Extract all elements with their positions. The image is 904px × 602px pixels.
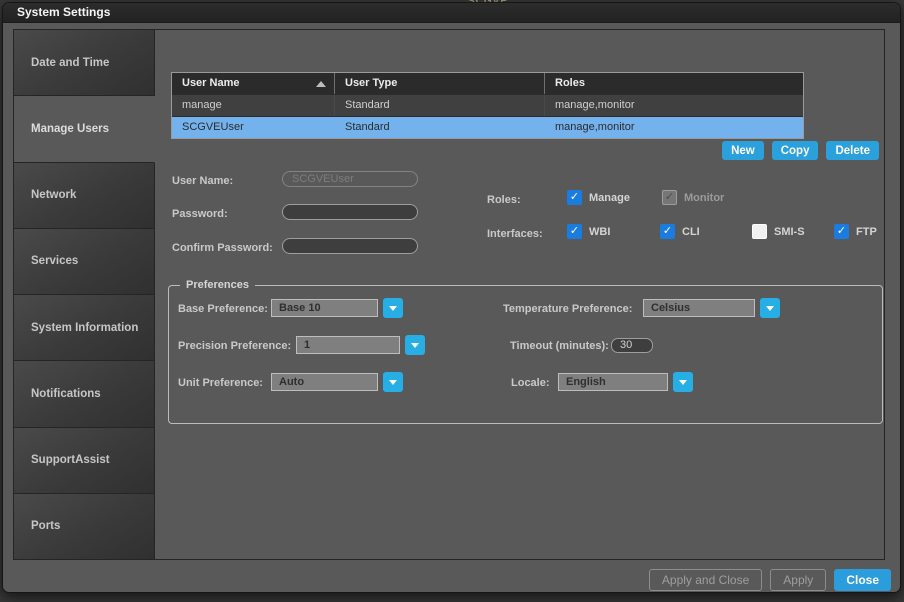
- base-preference-label: Base Preference:: [178, 303, 268, 315]
- user-name-label: User Name:: [172, 175, 233, 187]
- confirm-password-field[interactable]: [282, 238, 418, 254]
- chevron-down-icon: [389, 306, 397, 311]
- sidebar-item-network[interactable]: Network: [14, 163, 155, 229]
- manage-checkbox[interactable]: ✓: [567, 190, 582, 205]
- timeout-field[interactable]: 30: [611, 338, 653, 353]
- unit-preference-dropdown-button[interactable]: [383, 372, 403, 392]
- settings-panel: Date and Time Manage Users Network Servi…: [13, 29, 885, 560]
- ftp-checkbox[interactable]: ✓: [834, 224, 849, 239]
- sort-ascending-icon: [316, 81, 326, 87]
- apply-button[interactable]: Apply: [770, 569, 826, 591]
- copy-button[interactable]: Copy: [772, 141, 819, 160]
- column-header-user-name[interactable]: User Name: [172, 73, 334, 94]
- precision-preference-label: Precision Preference:: [178, 340, 291, 352]
- dialog-footer: Apply and Close Apply Close: [649, 569, 891, 591]
- cli-checkbox[interactable]: ✓: [660, 224, 675, 239]
- precision-preference-select[interactable]: 1: [296, 336, 400, 354]
- column-header-roles[interactable]: Roles: [544, 73, 803, 94]
- table-row-scgveuser-selected[interactable]: SCGVEUser Standard manage,monitor: [172, 116, 803, 138]
- sidebar-item-services[interactable]: Services: [14, 229, 155, 295]
- close-button[interactable]: Close: [834, 569, 891, 591]
- password-label: Password:: [172, 208, 228, 220]
- chevron-down-icon: [411, 343, 419, 348]
- locale-select[interactable]: English: [558, 373, 668, 391]
- wbi-checkbox-label: WBI: [589, 226, 610, 238]
- precision-preference-dropdown-button[interactable]: [405, 335, 425, 355]
- dialog-title: System Settings: [3, 3, 900, 23]
- new-button[interactable]: New: [722, 141, 764, 160]
- locale-label: Locale:: [511, 377, 550, 389]
- chevron-down-icon: [766, 306, 774, 311]
- sidebar-item-supportassist[interactable]: SupportAssist: [14, 428, 155, 494]
- system-settings-dialog: System Settings Date and Time Manage Use…: [2, 2, 901, 593]
- temperature-preference-label: Temperature Preference:: [503, 303, 632, 315]
- table-header-row: User Name User Type Roles: [172, 73, 803, 94]
- sidebar-item-date-and-time[interactable]: Date and Time: [14, 30, 155, 96]
- smi-s-checkbox[interactable]: [752, 224, 767, 239]
- monitor-checkbox-disabled: ✓: [662, 190, 677, 205]
- chevron-down-icon: [679, 380, 687, 385]
- ftp-checkbox-label: FTP: [856, 226, 877, 238]
- password-field[interactable]: [282, 204, 418, 220]
- timeout-label: Timeout (minutes):: [510, 340, 609, 352]
- users-table: User Name User Type Roles manage Standar…: [171, 72, 804, 139]
- base-preference-select[interactable]: Base 10: [271, 299, 378, 317]
- locale-dropdown-button[interactable]: [673, 372, 693, 392]
- sidebar-item-system-information[interactable]: System Information: [14, 295, 155, 361]
- table-row-manage[interactable]: manage Standard manage,monitor: [172, 94, 803, 116]
- confirm-password-label: Confirm Password:: [172, 242, 273, 254]
- preferences-legend: Preferences: [180, 279, 255, 291]
- interfaces-label: Interfaces:: [487, 228, 543, 240]
- column-header-user-type[interactable]: User Type: [334, 73, 544, 94]
- cli-checkbox-label: CLI: [682, 226, 700, 238]
- monitor-checkbox-label: Monitor: [684, 192, 724, 204]
- preferences-group: Preferences Base Preference: Base 10 Tem…: [168, 285, 883, 424]
- table-actions: New Copy Delete: [722, 141, 879, 160]
- sidebar-item-ports[interactable]: Ports: [14, 494, 155, 559]
- manage-checkbox-label: Manage: [589, 192, 630, 204]
- sidebar-item-notifications[interactable]: Notifications: [14, 361, 155, 427]
- wbi-checkbox[interactable]: ✓: [567, 224, 582, 239]
- user-name-field[interactable]: SCGVEUser: [282, 171, 418, 187]
- roles-label: Roles:: [487, 194, 521, 206]
- temperature-preference-dropdown-button[interactable]: [760, 298, 780, 318]
- settings-sidebar: Date and Time Manage Users Network Servi…: [14, 30, 155, 559]
- sidebar-item-manage-users[interactable]: Manage Users: [14, 96, 155, 162]
- smi-s-checkbox-label: SMI-S: [774, 226, 805, 238]
- unit-preference-label: Unit Preference:: [178, 377, 263, 389]
- chevron-down-icon: [389, 380, 397, 385]
- apply-and-close-button[interactable]: Apply and Close: [649, 569, 762, 591]
- unit-preference-select[interactable]: Auto: [271, 373, 378, 391]
- delete-button[interactable]: Delete: [826, 141, 879, 160]
- base-preference-dropdown-button[interactable]: [383, 298, 403, 318]
- temperature-preference-select[interactable]: Celsius: [643, 299, 755, 317]
